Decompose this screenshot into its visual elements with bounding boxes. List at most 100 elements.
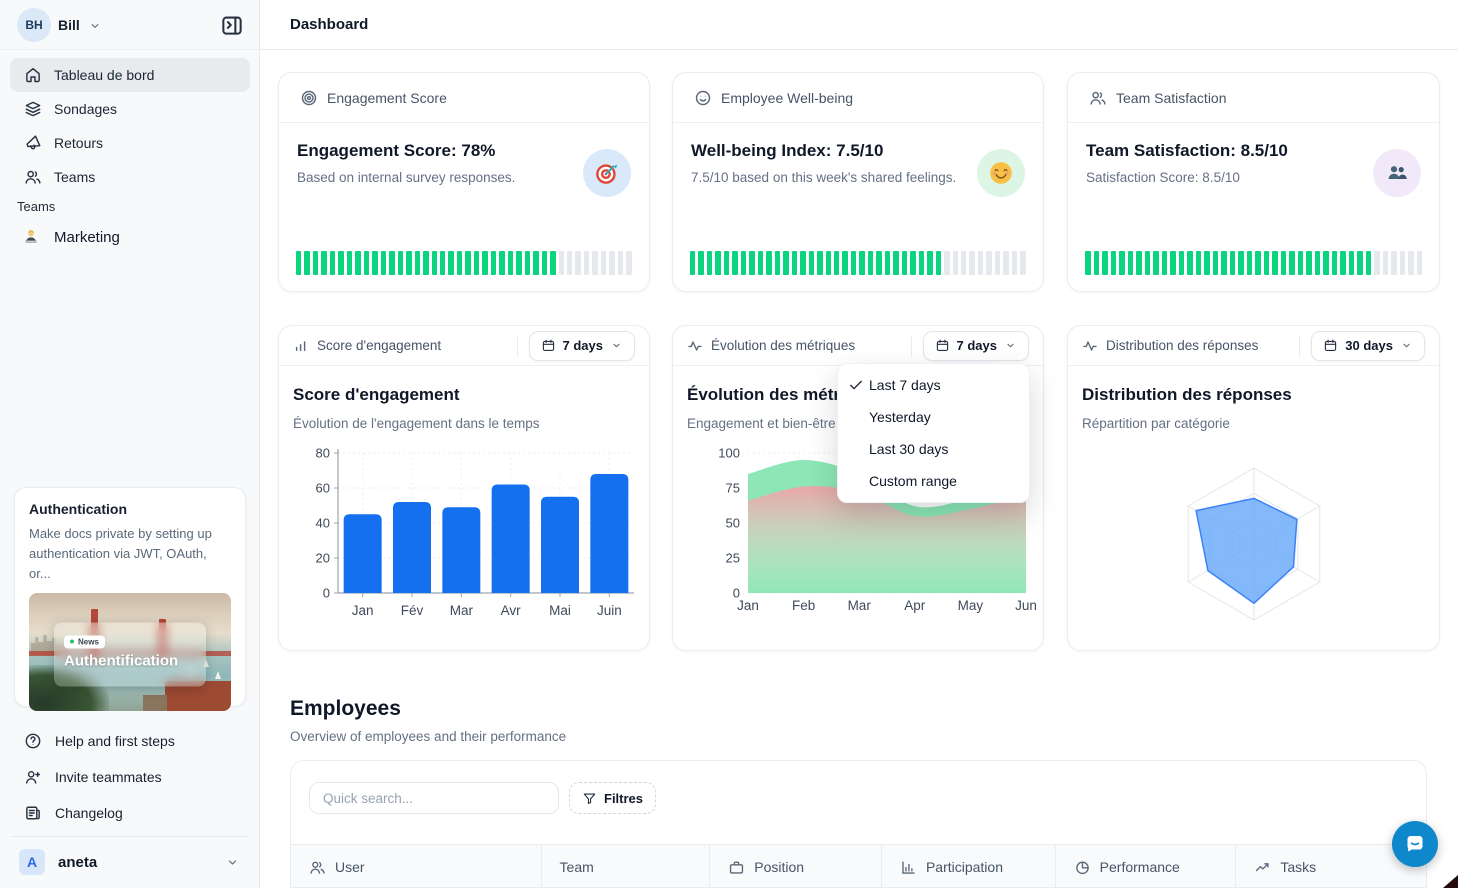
metric-card-header-label: Engagement Score (327, 90, 447, 106)
activity-icon (687, 338, 703, 354)
promo-description: Make docs private by setting up authenti… (29, 524, 231, 584)
svg-text:Avr: Avr (501, 603, 522, 618)
column-header-team[interactable]: Team (541, 845, 710, 888)
sidebar-collapse-icon[interactable] (220, 13, 244, 37)
user-avatar[interactable]: BH (17, 8, 51, 42)
metric-subtitle: Based on internal survey responses. (297, 170, 515, 185)
sidebar-item-label: Tableau de bord (54, 67, 154, 83)
svg-text:100: 100 (718, 446, 740, 461)
svg-text:May: May (958, 598, 984, 613)
progress-segment (338, 251, 343, 275)
date-range-button[interactable]: 30 days (1311, 331, 1425, 361)
progress-segment (1298, 251, 1304, 275)
sidebar-item-changelog[interactable]: Changelog (10, 796, 250, 830)
progress-segment (1111, 251, 1117, 275)
progress-segment (601, 251, 606, 275)
metric-card-header: Team Satisfaction (1068, 73, 1439, 123)
progress-segment (1383, 251, 1389, 275)
smile-icon (694, 89, 712, 107)
progress-segment (1400, 251, 1406, 275)
progress-segment (482, 251, 487, 275)
sidebar-item-tableau-de-bord[interactable]: Tableau de bord (10, 58, 250, 92)
progress-segment (834, 251, 839, 275)
progress-segment (398, 251, 403, 275)
date-range-button[interactable]: 7 days (923, 331, 1029, 361)
changelog-icon (24, 804, 42, 822)
progress-segment (800, 251, 805, 275)
progress-segment (1391, 251, 1397, 275)
column-header-user[interactable]: User (291, 845, 541, 888)
svg-text:Fév: Fév (401, 603, 424, 618)
employees-title: Employees (290, 697, 401, 721)
progress-segment (978, 251, 983, 275)
progress-segment (304, 251, 309, 275)
metric-card-header: Engagement Score (279, 73, 649, 123)
chart-card-engagement: Score d'engagement 7 days Score d'engage… (278, 325, 650, 651)
sidebar-item-sondages[interactable]: Sondages (10, 92, 250, 126)
chart-card-distribution: Distribution des réponses 30 days Distri… (1067, 325, 1440, 651)
progress-segment (953, 251, 958, 275)
progress-segment (364, 251, 369, 275)
svg-text:Feb: Feb (792, 598, 815, 613)
progress-segment (296, 251, 301, 275)
sidebar-item-marketing[interactable]: Marketing (10, 222, 250, 252)
sidebar-item-retours[interactable]: Retours (10, 126, 250, 160)
sidebar-item-invite[interactable]: Invite teammates (10, 760, 250, 794)
progress-segment (809, 251, 814, 275)
progress-segment (690, 251, 695, 275)
progress-segment (423, 251, 428, 275)
column-header-participation[interactable]: Participation (881, 845, 1055, 888)
progress-segment (1153, 251, 1159, 275)
menu-item-last-30-days[interactable]: Last 30 days (838, 433, 1029, 465)
progress-segment (961, 251, 966, 275)
progress-segment (749, 251, 754, 275)
filters-button[interactable]: Filtres (569, 782, 656, 814)
progress-segment (1289, 251, 1295, 275)
user-plus-icon (24, 768, 42, 786)
progress-segment (1340, 251, 1346, 275)
svg-text:Jan: Jan (737, 598, 759, 613)
progress-segment (1102, 251, 1108, 275)
progress-segment (508, 251, 513, 275)
progress-segment (381, 251, 386, 275)
progress-segment (741, 251, 746, 275)
column-header-position[interactable]: Position (709, 845, 881, 888)
progress-segment (313, 251, 318, 275)
chat-widget-button[interactable] (1392, 821, 1438, 867)
sidebar-item-label: Retours (54, 135, 103, 151)
metric-card-header: Employee Well-being (673, 73, 1043, 123)
workspace-switcher[interactable]: A aneta (10, 844, 249, 880)
progress-segment (1204, 251, 1210, 275)
sidebar: BH Bill Tableau de bord Sondages (0, 0, 260, 888)
progress-segment (609, 251, 614, 275)
column-header-performance[interactable]: Performance (1055, 845, 1236, 888)
progress-segment (1323, 251, 1329, 275)
news-badge: News (64, 635, 105, 648)
progress-segment (1306, 251, 1312, 275)
progress-segment (868, 251, 873, 275)
sidebar-item-teams[interactable]: Teams (10, 160, 250, 194)
date-range-button[interactable]: 7 days (529, 331, 635, 361)
smiling-face-emoji (977, 149, 1025, 197)
employees-subtitle: Overview of employees and their performa… (290, 729, 566, 744)
date-range-menu: Last 7 days Yesterday Last 30 days Custo… (837, 363, 1030, 503)
chart-subtitle: Répartition par catégorie (1082, 416, 1230, 431)
progress-segment (1315, 251, 1321, 275)
search-input[interactable] (309, 782, 559, 814)
progress-segment (1170, 251, 1176, 275)
progress-segment (775, 251, 780, 275)
progress-segment (457, 251, 462, 275)
menu-item-custom-range[interactable]: Custom range (838, 465, 1029, 497)
progress-segment (851, 251, 856, 275)
progress-segment (1179, 251, 1185, 275)
user-menu[interactable]: Bill (58, 17, 80, 33)
progress-segment (758, 251, 763, 275)
progress-segment (1255, 251, 1261, 275)
authentication-promo-card[interactable]: Authentication Make docs private by sett… (14, 487, 246, 707)
sidebar-item-help[interactable]: Help and first steps (10, 724, 250, 758)
menu-item-last-7-days[interactable]: Last 7 days (838, 369, 1029, 401)
progress-segment (1196, 251, 1202, 275)
menu-item-yesterday[interactable]: Yesterday (838, 401, 1029, 433)
chart-subtitle: Évolution de l'engagement dans le temps (293, 416, 540, 431)
svg-text:0: 0 (323, 586, 330, 601)
